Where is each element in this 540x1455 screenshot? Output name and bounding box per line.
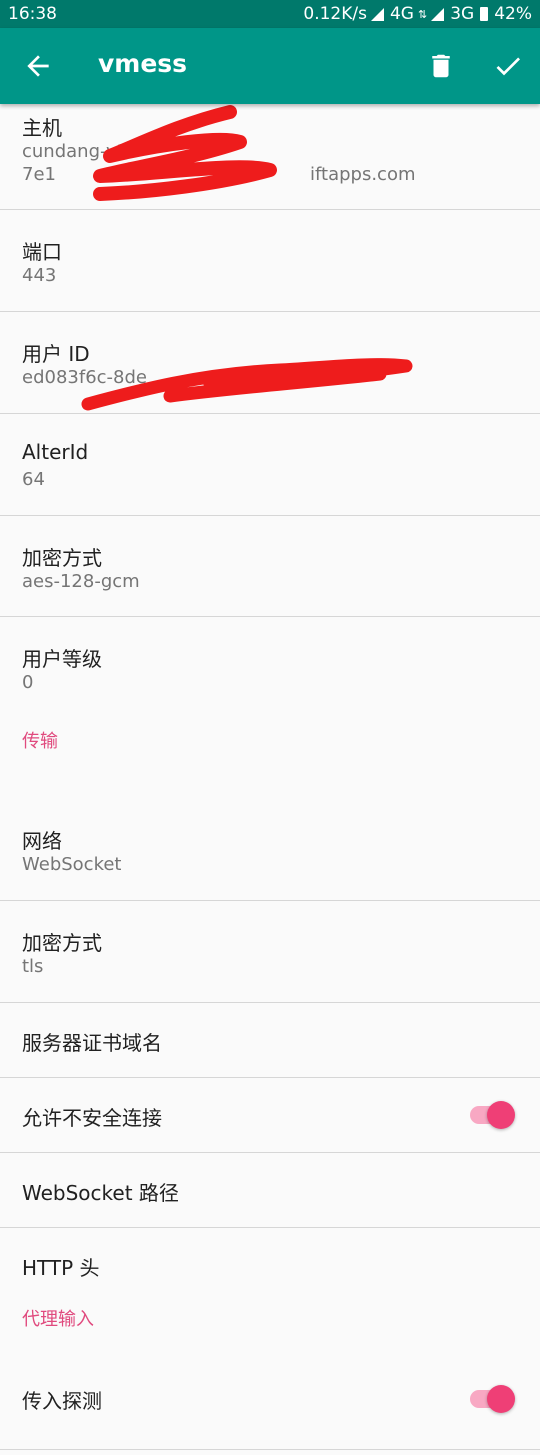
settings-list: 主机 cundang-v2r 7e1 iftapps.com 端口 443 用户… (0, 104, 540, 1450)
port-item[interactable]: 端口 443 (0, 210, 540, 312)
ws-path-item[interactable]: WebSocket 路径 (0, 1153, 540, 1228)
user-id-item[interactable]: 用户 ID ed083f6c-8de (0, 312, 540, 414)
sniffing-toggle[interactable] (470, 1385, 515, 1413)
signal-icon (431, 7, 445, 21)
http-header-item[interactable]: HTTP 头 (0, 1228, 540, 1303)
status-time: 16:38 (8, 4, 57, 24)
tls-value: tls (22, 956, 44, 977)
category-inbound: 代理输入 (0, 1303, 540, 1375)
level-label: 用户等级 (22, 647, 102, 671)
security-item[interactable]: 加密方式 aes-128-gcm (0, 516, 540, 617)
level-item[interactable]: 用户等级 0 (0, 617, 540, 713)
category-title: 传输 (22, 731, 58, 752)
tls-label: 加密方式 (22, 931, 102, 955)
toolbar: vmess (0, 28, 540, 104)
network-type-2: 3G (450, 4, 475, 24)
alter-id-label: AlterId (22, 440, 89, 464)
network-type-1: 4G (389, 4, 414, 24)
network-value: WebSocket (22, 854, 122, 875)
security-label: 加密方式 (22, 546, 102, 570)
arrow-left-icon[interactable] (22, 50, 54, 82)
host-label: 主机 (22, 116, 62, 140)
port-value: 443 (22, 265, 57, 286)
host-value-suffix: iftapps.com (310, 164, 416, 185)
toggle-knob (487, 1101, 515, 1129)
sni-item[interactable]: 服务器证书域名 (0, 1003, 540, 1078)
sniffing-label: 传入探测 (22, 1389, 102, 1413)
ws-path-label: WebSocket 路径 (22, 1181, 179, 1205)
http-header-label: HTTP 头 (22, 1256, 100, 1280)
status-bar: 16:38 0.12K/s 4G ⇅ 3G 42% (0, 0, 540, 28)
network-speed: 0.12K/s (303, 4, 367, 24)
toggle-knob (487, 1385, 515, 1413)
network-label: 网络 (22, 829, 62, 853)
host-value: cundang-v2r (22, 141, 136, 162)
trash-icon[interactable] (426, 50, 456, 82)
level-value: 0 (22, 672, 34, 693)
sni-label: 服务器证书域名 (22, 1031, 162, 1055)
sniffing-item[interactable]: 传入探测 (0, 1375, 540, 1450)
security-value: aes-128-gcm (22, 571, 140, 592)
host-item[interactable]: 主机 cundang-v2r 7e1 iftapps.com (0, 104, 540, 210)
alter-id-value: 64 (22, 469, 45, 490)
user-id-value: ed083f6c-8de (22, 367, 147, 388)
data-arrows-icon: ⇅ (417, 7, 428, 21)
battery-level: 42% (494, 4, 532, 24)
alter-id-item[interactable]: AlterId 64 (0, 414, 540, 516)
user-id-label: 用户 ID (22, 342, 90, 366)
status-indicators: 0.12K/s 4G ⇅ 3G 42% (303, 4, 532, 24)
allow-insecure-toggle[interactable] (470, 1101, 515, 1129)
network-item[interactable]: 网络 WebSocket (0, 773, 540, 901)
allow-insecure-item[interactable]: 允许不安全连接 (0, 1078, 540, 1153)
battery-icon (480, 7, 489, 21)
category-title: 代理输入 (22, 1309, 94, 1330)
tls-item[interactable]: 加密方式 tls (0, 901, 540, 1003)
check-icon[interactable] (492, 50, 524, 82)
toolbar-title: vmess (98, 49, 188, 78)
signal-icon (370, 7, 384, 21)
port-label: 端口 (22, 240, 62, 264)
allow-insecure-label: 允许不安全连接 (22, 1106, 162, 1130)
category-transport: 传输 (0, 713, 540, 773)
host-value-line2: 7e1 (22, 164, 56, 185)
